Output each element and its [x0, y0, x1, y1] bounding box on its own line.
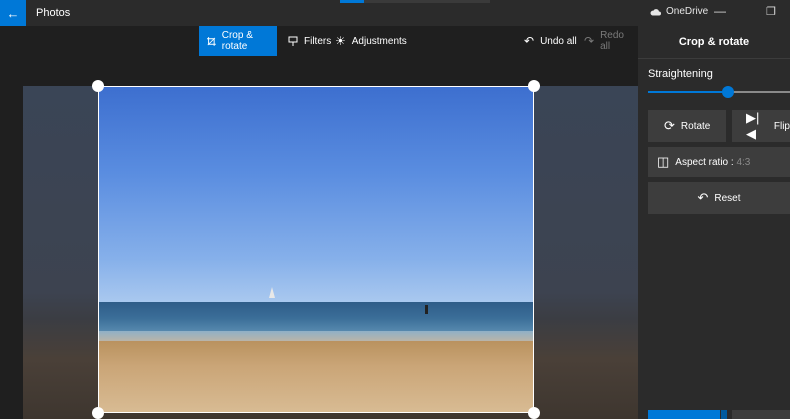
onedrive-label: OneDrive — [666, 6, 709, 17]
straightening-label: Straightening — [648, 68, 713, 80]
crop-icon — [207, 36, 216, 46]
crop-handle-top-right[interactable] — [528, 80, 540, 92]
person-silhouette — [425, 305, 428, 314]
cancel-button[interactable] — [732, 410, 790, 419]
save-copy-button[interactable] — [648, 410, 720, 419]
redo-all-label: Redo all — [600, 30, 624, 52]
photo-sea — [99, 301, 533, 334]
title-bar: ← Photos OneDrive — ❐ — [0, 0, 790, 26]
crop-region[interactable] — [98, 86, 534, 413]
flip-icon: ▶|◀ — [746, 110, 760, 141]
flip-label: Flip — [773, 120, 790, 132]
cloud-icon — [650, 8, 661, 15]
edit-toolbar: Crop & rotate Filters ☀ Adjustments ↶ Un… — [0, 26, 638, 56]
undo-icon: ↶ — [524, 34, 535, 48]
crop-rotate-tab[interactable]: Crop & rotate — [199, 26, 277, 56]
sailboat — [269, 287, 275, 298]
panel-title: Crop & rotate — [678, 36, 750, 48]
reset-button[interactable]: ↶ Reset — [648, 182, 790, 214]
crop-rotate-label: Crop & rotate — [221, 30, 253, 52]
undo-all-button[interactable]: ↶ Undo all — [516, 26, 585, 56]
photo-canvas — [0, 56, 638, 419]
crop-handle-bottom-left[interactable] — [92, 407, 104, 419]
reset-label: Reset — [714, 192, 741, 204]
back-arrow-icon: ← — [6, 5, 20, 21]
flip-button[interactable]: ▶|◀ Flip — [732, 110, 790, 142]
reset-icon: ↶ — [697, 190, 709, 205]
rotate-icon: ⟳ — [664, 118, 675, 133]
straightening-slider-fill — [648, 91, 728, 93]
loading-indicator — [340, 0, 490, 3]
adjustments-icon: ☀ — [335, 34, 346, 48]
straightening-slider-thumb[interactable] — [721, 86, 734, 98]
undo-all-label: Undo all — [540, 35, 577, 47]
redo-all-button[interactable]: ↷ Redo all — [576, 26, 638, 56]
photo-sand — [99, 340, 533, 412]
filters-icon — [288, 36, 298, 46]
onedrive-status[interactable]: OneDrive — [650, 6, 708, 17]
minimize-button[interactable]: — — [714, 4, 726, 18]
rotate-button[interactable]: ⟳ Rotate — [648, 110, 726, 142]
photo-sky — [99, 87, 533, 302]
aspect-ratio-button[interactable]: ◫ Aspect ratio : 4:3 — [648, 147, 790, 177]
aspect-ratio-label: Aspect ratio : — [675, 156, 734, 168]
app-title: Photos — [36, 7, 71, 19]
crop-handle-bottom-right[interactable] — [528, 407, 540, 419]
photo-shoreline — [99, 330, 533, 341]
panel-divider — [638, 58, 790, 59]
crop-handle-top-left[interactable] — [92, 80, 104, 92]
back-button[interactable]: ← — [0, 0, 26, 26]
restore-button[interactable]: ❐ — [766, 5, 776, 18]
redo-icon: ↷ — [584, 34, 595, 48]
adjustments-label: Adjustments — [351, 35, 407, 47]
aspect-ratio-icon: ◫ — [657, 154, 670, 169]
crop-rotate-panel: Crop & rotate Straightening ⟳ Rotate ▶|◀… — [638, 26, 790, 419]
rotate-label: Rotate — [680, 120, 711, 132]
adjustments-tab[interactable]: ☀ Adjustments — [327, 26, 415, 56]
save-options-button[interactable] — [721, 410, 727, 419]
aspect-ratio-value: 4:3 — [736, 156, 751, 168]
